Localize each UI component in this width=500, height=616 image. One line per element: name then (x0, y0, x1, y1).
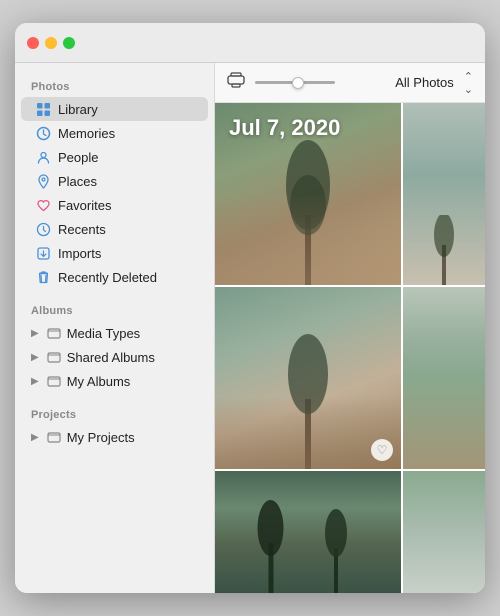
my-albums-icon (46, 373, 62, 389)
places-label: Places (58, 174, 97, 189)
imports-icon (35, 245, 51, 261)
memories-label: Memories (58, 126, 115, 141)
chevron-right-icon-4: ▶ (31, 432, 39, 443)
traffic-lights (27, 37, 75, 49)
shared-albums-icon (46, 349, 62, 365)
favorite-icon[interactable]: ♡ (371, 439, 393, 461)
my-albums-label: My Albums (67, 374, 131, 389)
people-icon (35, 149, 51, 165)
chevron-right-icon-3: ▶ (31, 376, 39, 387)
close-button[interactable] (27, 37, 39, 49)
sidebar-item-shared-albums[interactable]: ▶ Shared Albums (21, 345, 208, 369)
sidebar-item-people[interactable]: People (21, 145, 208, 169)
sidebar-item-recently-deleted[interactable]: Recently Deleted (21, 265, 208, 289)
imports-label: Imports (58, 246, 101, 261)
sidebar-item-my-projects[interactable]: ▶ My Projects (21, 425, 208, 449)
photo-cell-4[interactable] (403, 287, 485, 469)
recently-deleted-icon (35, 269, 51, 285)
photos-grid: Jul 7, 2020 (215, 103, 485, 593)
chevron-right-icon-2: ▶ (31, 352, 39, 363)
content-area: All Photos ⌃⌄ Jul 7, 2020 (215, 63, 485, 593)
minimize-button[interactable] (45, 37, 57, 49)
memories-icon (35, 125, 51, 141)
media-types-label: Media Types (67, 326, 140, 341)
recents-icon (35, 221, 51, 237)
library-label: Library (58, 102, 98, 117)
photo-cell-5[interactable] (215, 471, 401, 593)
zoom-slider-container (255, 81, 385, 84)
favorites-label: Favorites (58, 198, 111, 213)
photo-cell-2[interactable] (403, 103, 485, 285)
main-area: Photos Library (15, 63, 485, 593)
content-toolbar: All Photos ⌃⌄ (215, 63, 485, 103)
recents-label: Recents (58, 222, 106, 237)
sidebar-item-library[interactable]: Library (21, 97, 208, 121)
sidebar-item-places[interactable]: Places (21, 169, 208, 193)
all-photos-dropdown[interactable]: ⌃⌄ (464, 70, 473, 96)
albums-section-label: Albums (15, 297, 214, 321)
places-icon (35, 173, 51, 189)
titlebar (15, 23, 485, 63)
chevron-right-icon: ▶ (31, 328, 39, 339)
media-types-icon (46, 325, 62, 341)
grid-view-icon[interactable] (227, 71, 245, 94)
all-photos-label: All Photos (395, 75, 454, 90)
zoom-slider[interactable] (255, 81, 335, 84)
photo-cell-3[interactable]: ♡ (215, 287, 401, 469)
photos-section-label: Photos (15, 73, 214, 97)
people-label: People (58, 150, 98, 165)
projects-section-label: Projects (15, 401, 214, 425)
my-projects-icon (46, 429, 62, 445)
date-label: Jul 7, 2020 (229, 115, 340, 141)
photo-cell-6[interactable] (403, 471, 485, 593)
recently-deleted-label: Recently Deleted (58, 270, 157, 285)
sidebar-item-recents[interactable]: Recents (21, 217, 208, 241)
sidebar-item-memories[interactable]: Memories (21, 121, 208, 145)
sidebar: Photos Library (15, 63, 215, 593)
sidebar-item-media-types[interactable]: ▶ Media Types (21, 321, 208, 345)
sidebar-item-favorites[interactable]: Favorites (21, 193, 208, 217)
shared-albums-label: Shared Albums (67, 350, 155, 365)
maximize-button[interactable] (63, 37, 75, 49)
library-icon (35, 101, 51, 117)
my-projects-label: My Projects (67, 430, 135, 445)
sidebar-item-my-albums[interactable]: ▶ My Albums (21, 369, 208, 393)
app-window: Photos Library (15, 23, 485, 593)
sidebar-item-imports[interactable]: Imports (21, 241, 208, 265)
favorites-icon (35, 197, 51, 213)
